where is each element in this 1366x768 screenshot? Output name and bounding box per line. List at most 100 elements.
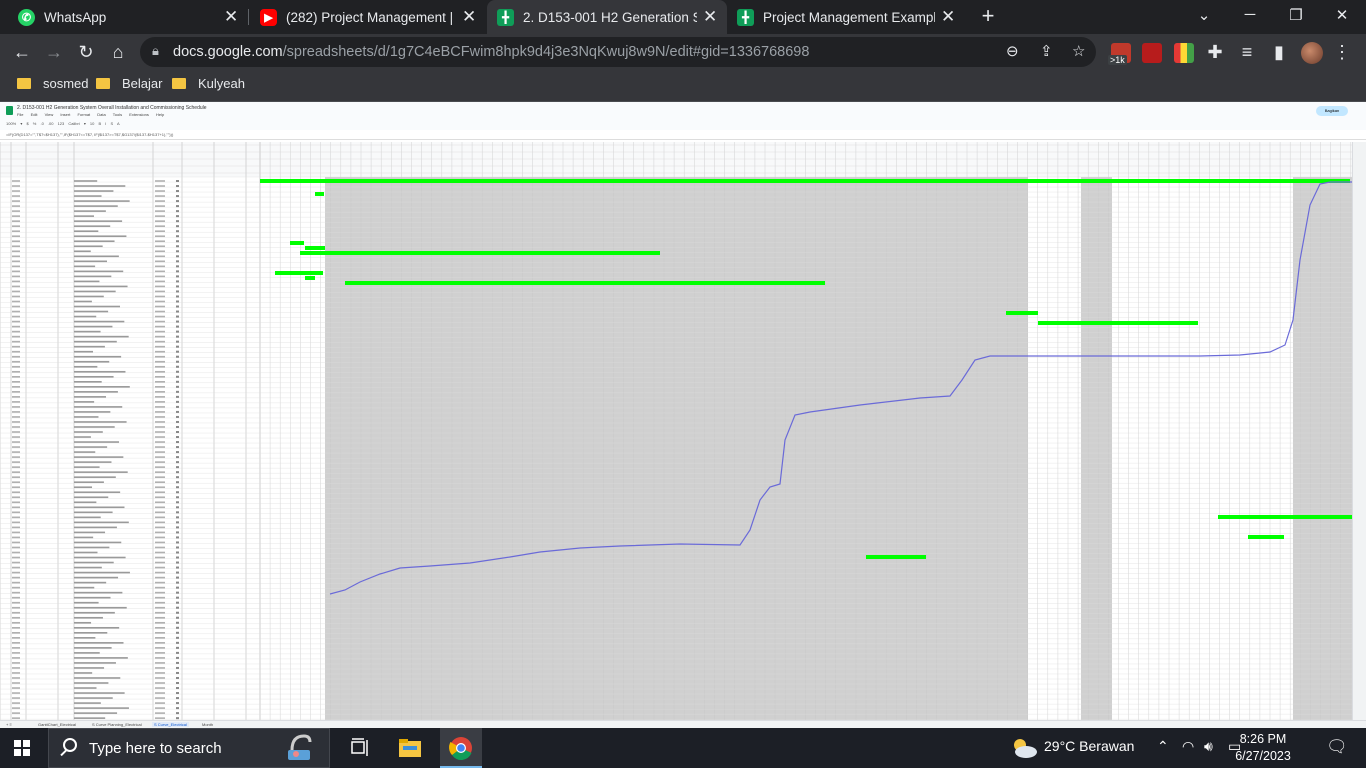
- weather-text[interactable]: 29°C Berawan: [1044, 738, 1134, 754]
- chrome-taskbar-button[interactable]: [440, 728, 482, 768]
- task-id-text: [12, 692, 20, 694]
- close-tab-icon[interactable]: ✕: [941, 7, 955, 27]
- bookmark-folder-belajar[interactable]: Belajar: [96, 76, 162, 91]
- forward-button[interactable]: →: [43, 41, 65, 63]
- share-button[interactable]: Bagikan: [1316, 106, 1348, 116]
- status-text: [155, 702, 165, 704]
- menu-data[interactable]: Data: [97, 112, 105, 117]
- extensions-puzzle-icon[interactable]: ✚: [1204, 41, 1226, 63]
- tab-schedule-sheet[interactable]: ╋ 2. D153-001 H2 Generation Syste ✕: [487, 0, 727, 34]
- reload-button[interactable]: ↻: [75, 41, 97, 63]
- task-name-text: [74, 240, 115, 243]
- extension-icon[interactable]: [1142, 43, 1162, 63]
- task-name-text: [74, 672, 93, 674]
- tab-pm-example[interactable]: ╋ Project Management Example - C ✕: [727, 0, 965, 34]
- task-name-text: [74, 531, 106, 534]
- task-id-text: [12, 526, 20, 529]
- tab-youtube[interactable]: ▶ (282) Project Management | Sche ✕: [250, 0, 486, 34]
- task-name-text: [74, 335, 129, 338]
- dropdown-chevron-icon: [176, 576, 179, 579]
- status-text: [155, 652, 165, 654]
- status-text: [155, 692, 165, 694]
- address-bar[interactable]: 🔒︎ docs.google.com/spreadsheets/d/1g7C4e…: [140, 37, 1096, 67]
- task-view-icon[interactable]: [349, 736, 373, 760]
- sheet-tab-gantt[interactable]: GanttChart_Electrical: [38, 722, 76, 727]
- dropdown-chevron-icon: [176, 245, 179, 248]
- back-button[interactable]: ←: [11, 41, 33, 63]
- menu-file[interactable]: File: [17, 112, 23, 117]
- new-tab-button[interactable]: +: [976, 4, 1000, 28]
- side-panel-icon[interactable]: ▮: [1268, 41, 1290, 63]
- formatting-toolbar[interactable]: 100% ▾ $ % .0 .00 123 Calibri ▾ 10 B I S…: [6, 121, 120, 126]
- task-name-text: [74, 200, 130, 202]
- media-control-icon[interactable]: ≡: [1236, 41, 1258, 63]
- dropdown-chevron-icon: [176, 380, 179, 383]
- wifi-icon[interactable]: ◠: [1182, 738, 1194, 755]
- sheet-tab-scurve-planning[interactable]: S Curve Planning_Electrical: [92, 722, 142, 727]
- document-title[interactable]: 2. D153-001 H2 Generation System Overall…: [17, 105, 207, 111]
- spreadsheet-grid[interactable]: [0, 142, 1352, 720]
- task-name-text: [74, 381, 102, 383]
- close-tab-icon[interactable]: ✕: [462, 7, 476, 27]
- task-name-text: [74, 446, 108, 448]
- minimize-button[interactable]: ─: [1240, 6, 1260, 23]
- volume-icon[interactable]: 🔊︎: [1204, 738, 1213, 755]
- menu-tools[interactable]: Tools: [113, 112, 122, 117]
- task-name-text: [74, 717, 106, 719]
- task-name-text: [74, 536, 94, 539]
- close-window-button[interactable]: ✕: [1332, 6, 1352, 24]
- task-name-text: [74, 662, 116, 664]
- add-sheet-icon[interactable]: + ≡: [6, 722, 12, 727]
- formula-bar[interactable]: =IF(OR(D137="",T$7<$H137),"",IF($H137<=T…: [0, 130, 1366, 140]
- notifications-icon[interactable]: 🗨︎: [1326, 737, 1348, 757]
- zoom-icon[interactable]: ⊖: [1006, 42, 1019, 60]
- menu-view[interactable]: View: [45, 112, 54, 117]
- tab-whatsapp[interactable]: ✆ WhatsApp ✕: [8, 0, 248, 34]
- task-id-text: [12, 642, 20, 644]
- task-id-text: [12, 325, 20, 328]
- close-tab-icon[interactable]: ✕: [224, 7, 238, 27]
- task-id-text: [12, 446, 20, 448]
- tray-chevron-icon[interactable]: ⌃: [1157, 738, 1169, 755]
- sheet-tab-month[interactable]: Month: [202, 722, 213, 727]
- file-explorer-icon[interactable]: [398, 736, 422, 760]
- menu-extensions[interactable]: Extensions: [129, 112, 149, 117]
- task-id-text: [12, 365, 20, 368]
- task-name-text: [74, 411, 111, 413]
- restore-button[interactable]: ❐: [1286, 6, 1306, 24]
- profile-avatar[interactable]: [1301, 42, 1323, 64]
- status-text: [155, 370, 165, 373]
- menu-format[interactable]: Format: [77, 112, 90, 117]
- menu-help[interactable]: Help: [156, 112, 164, 117]
- chrome-menu-icon[interactable]: ⋮: [1331, 41, 1353, 63]
- home-button[interactable]: ⌂: [107, 41, 129, 63]
- tab-search-icon[interactable]: ⌄: [1194, 6, 1214, 24]
- windows-start-icon[interactable]: [14, 740, 30, 756]
- dropdown-chevron-icon: [176, 531, 179, 534]
- bookmark-star-icon[interactable]: ☆: [1072, 42, 1085, 60]
- color-extension-icon[interactable]: [1174, 43, 1194, 63]
- task-id-text: [12, 411, 20, 413]
- task-id-text: [12, 436, 20, 438]
- status-text: [155, 386, 165, 388]
- task-name-text: [74, 265, 96, 268]
- status-text: [155, 295, 165, 298]
- dropdown-chevron-icon: [176, 390, 179, 393]
- close-tab-icon[interactable]: ✕: [703, 7, 717, 27]
- dropdown-chevron-icon: [176, 566, 179, 569]
- dropdown-chevron-icon: [176, 350, 179, 353]
- task-id-text: [12, 601, 20, 604]
- taskbar-clock[interactable]: 8:26 PM 6/27/2023: [1226, 731, 1300, 765]
- sheet-tab-scurve-active[interactable]: S Curve_Electrical: [152, 722, 189, 727]
- vertical-scrollbar[interactable]: [1352, 142, 1366, 720]
- bookmark-folder-kulyeah[interactable]: Kulyeah: [172, 76, 245, 91]
- menu-edit[interactable]: Edit: [31, 112, 38, 117]
- weather-cloud-icon[interactable]: [1010, 736, 1038, 760]
- bookmark-folder-sosmed[interactable]: sosmed: [17, 76, 89, 91]
- share-icon[interactable]: ⇪: [1040, 42, 1053, 60]
- menu-insert[interactable]: Insert: [60, 112, 70, 117]
- dropdown-chevron-icon: [176, 581, 179, 584]
- status-text: [155, 360, 165, 363]
- task-name-text: [74, 456, 124, 458]
- status-text: [155, 330, 165, 333]
